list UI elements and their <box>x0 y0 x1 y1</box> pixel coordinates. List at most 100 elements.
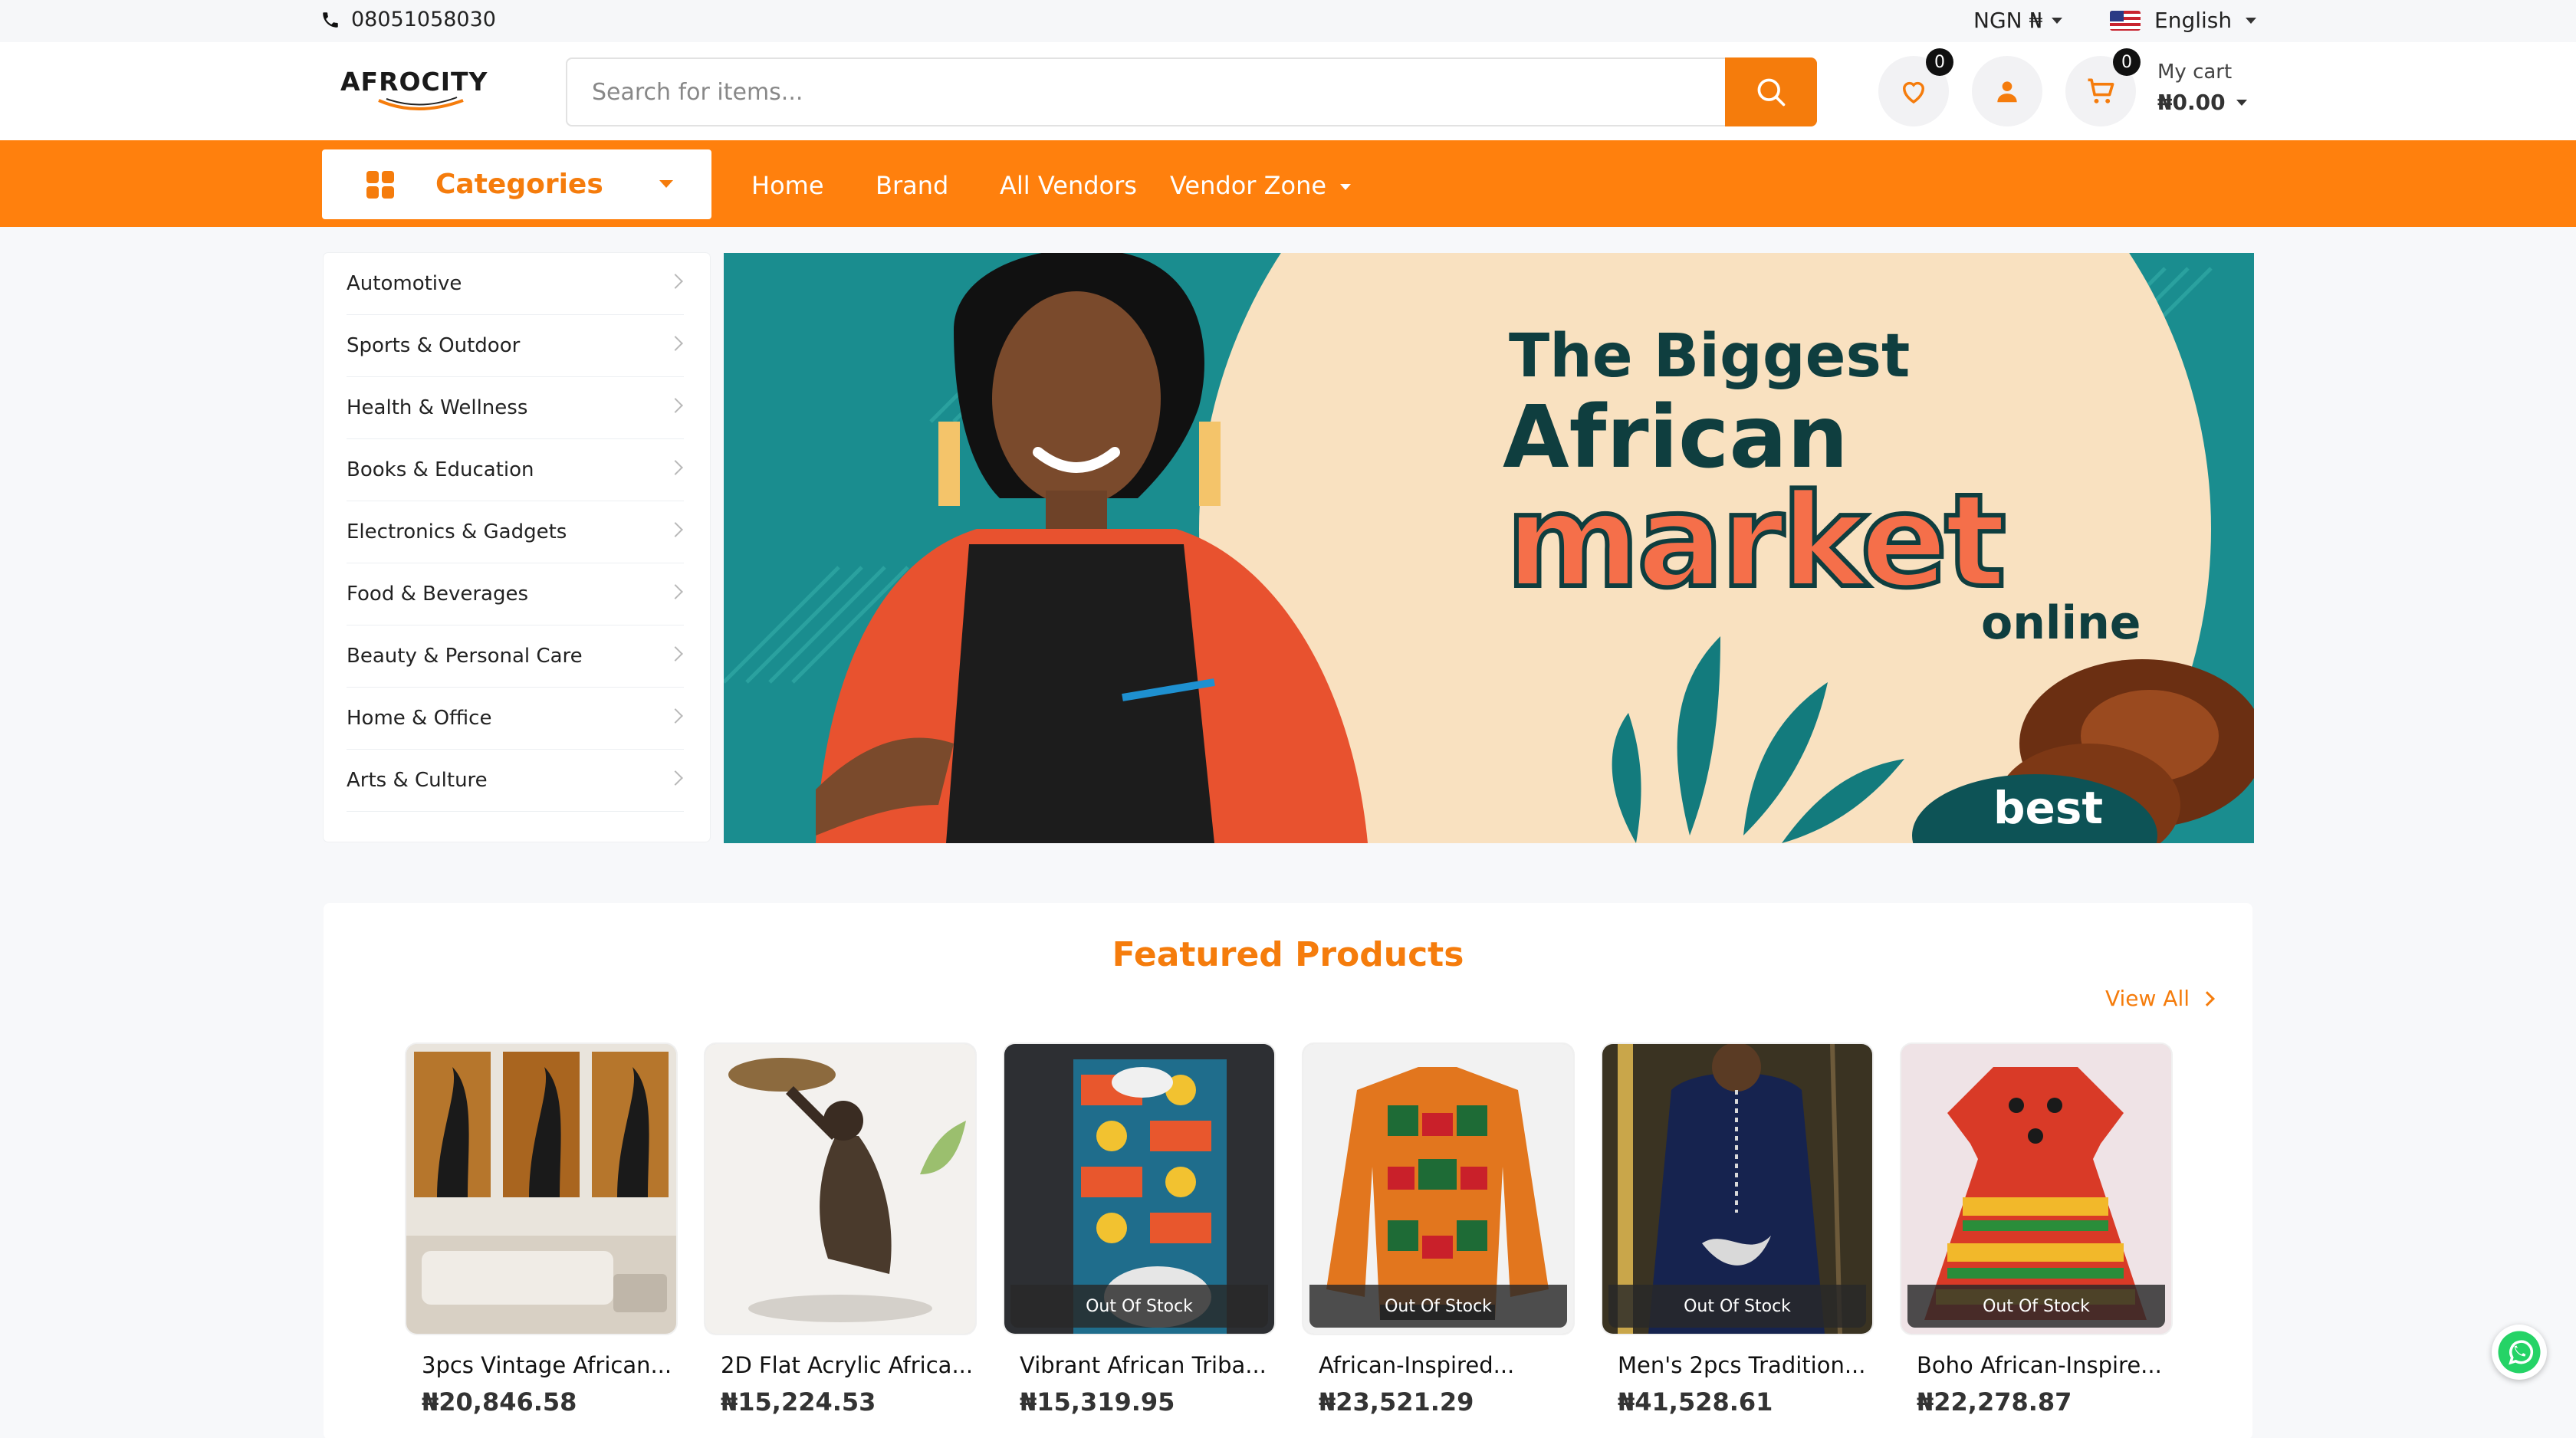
chevron-right-icon <box>668 584 683 599</box>
sidebar-item-electronics-gadgets[interactable]: Electronics & Gadgets <box>347 501 684 563</box>
header: AFROCITY 0 0 <box>0 42 2576 140</box>
account-button[interactable] <box>1972 56 2042 126</box>
heart-icon <box>1902 81 1925 104</box>
sidebar-item-arts-culture[interactable]: Arts & Culture <box>347 750 684 812</box>
sidebar-item-health-wellness[interactable]: Health & Wellness <box>347 377 684 439</box>
product-name[interactable]: Vibrant African Triba... <box>1020 1352 1273 1378</box>
product-card[interactable]: Out Of Stock Vibrant African Triba... ₦1… <box>1004 1044 1274 1417</box>
product-image[interactable]: Out Of Stock <box>1901 1044 2171 1334</box>
search-icon <box>1757 78 1786 107</box>
cart-icon <box>2088 78 2114 103</box>
product-card[interactable]: Out Of Stock African-Inspired... ₦23,521… <box>1303 1044 1573 1417</box>
main-nav: Categories Home Brand All Vendors Vendor… <box>0 140 2576 227</box>
chevron-down-icon <box>2052 17 2063 24</box>
product-image[interactable]: Out Of Stock <box>1303 1044 1573 1334</box>
nav-link-brand[interactable]: Brand <box>876 171 948 200</box>
sidebar-item-label: Beauty & Personal Care <box>347 645 583 668</box>
sidebar-item-home-office[interactable]: Home & Office <box>347 688 684 750</box>
chevron-right-icon <box>668 708 683 724</box>
banner-artwork <box>724 253 2254 843</box>
product-image[interactable] <box>705 1044 975 1334</box>
cart-label: My cart <box>2157 61 2233 84</box>
sidebar-item-label: Arts & Culture <box>347 769 488 792</box>
chevron-right-icon <box>668 336 683 351</box>
sidebar-item-label: Home & Office <box>347 707 492 730</box>
sidebar-item-food-beverages[interactable]: Food & Beverages <box>347 563 684 625</box>
language-label: English <box>2154 8 2233 33</box>
product-image[interactable] <box>406 1044 676 1334</box>
us-flag-icon <box>2110 10 2141 31</box>
product-card[interactable]: Out Of Stock Boho African-Inspire... ₦22… <box>1901 1044 2171 1417</box>
sidebar-item-label: Electronics & Gadgets <box>347 520 567 543</box>
sidebar-item-sports-outdoor[interactable]: Sports & Outdoor <box>347 315 684 377</box>
cart-summary[interactable]: My cart ₦0.00 <box>2157 61 2247 115</box>
sidebar-item-label: Books & Education <box>347 458 534 481</box>
chevron-down-icon <box>659 180 673 188</box>
search-bar <box>566 57 1817 126</box>
product-name[interactable]: 3pcs Vintage African... <box>422 1352 675 1378</box>
view-all-link[interactable]: View All <box>2104 986 2215 1011</box>
chevron-right-icon <box>668 398 683 413</box>
banner-best-label: best <box>1993 782 2104 834</box>
cart-button[interactable]: 0 <box>2065 48 2141 126</box>
product-image[interactable]: Out Of Stock <box>1602 1044 1872 1334</box>
categories-dropdown[interactable]: Categories <box>322 149 711 219</box>
sidebar-item-automotive[interactable]: Automotive <box>347 253 684 315</box>
banner-heading-line3: market <box>1503 464 2009 619</box>
whatsapp-chat-button[interactable] <box>2492 1325 2547 1380</box>
sidebar-item-label: Health & Wellness <box>347 396 528 419</box>
product-price: ₦41,528.61 <box>1618 1387 1773 1417</box>
product-price: ₦20,846.58 <box>422 1387 577 1417</box>
sidebar-item-label: Food & Beverages <box>347 583 529 606</box>
hero-banner[interactable]: The Biggest African market online best <box>724 253 2254 843</box>
product-name[interactable]: 2D Flat Acrylic Africa... <box>721 1352 974 1378</box>
product-price: ₦22,278.87 <box>1917 1387 2072 1417</box>
currency-selector[interactable]: NGN ₦ <box>1973 8 2063 33</box>
product-name[interactable]: African-Inspired... <box>1319 1352 1572 1378</box>
chevron-right-icon <box>668 274 683 289</box>
view-all-label: View All <box>2104 986 2190 1011</box>
user-icon <box>1997 81 2017 103</box>
grid-icon <box>366 170 394 199</box>
cart-total: ₦0.00 <box>2157 90 2226 115</box>
out-of-stock-badge: Out Of Stock <box>1608 1285 1866 1328</box>
product-price: ₦15,319.95 <box>1020 1387 1175 1417</box>
nav-link-home[interactable]: Home <box>751 171 824 200</box>
chevron-down-icon <box>2236 99 2247 106</box>
logo-text: AFROCITY <box>340 67 488 97</box>
chevron-down-icon <box>2246 17 2257 24</box>
product-name[interactable]: Men's 2pcs Tradition... <box>1618 1352 1871 1378</box>
nav-vendor-zone-dropdown[interactable]: Vendor Zone <box>1170 171 1352 200</box>
search-input[interactable] <box>567 59 1725 125</box>
whatsapp-icon <box>2498 1331 2541 1374</box>
sidebar-item-beauty-personal-care[interactable]: Beauty & Personal Care <box>347 625 684 688</box>
phone-number: 08051058030 <box>351 8 496 31</box>
featured-products-section: Featured Products View All 3pcs Vintage … <box>324 903 2252 1438</box>
nav-link-all-vendors[interactable]: All Vendors <box>1000 171 1137 200</box>
phone-contact[interactable]: 08051058030 <box>320 8 496 31</box>
language-selector[interactable]: English <box>2110 8 2257 33</box>
chevron-right-icon <box>2200 990 2215 1006</box>
category-sidebar: Automotive Sports & Outdoor Health & Wel… <box>324 253 710 842</box>
wishlist-count-badge: 0 <box>1926 48 1953 76</box>
top-bar: 08051058030 NGN ₦ English <box>0 0 2576 42</box>
product-card[interactable]: Out Of Stock Men's 2pcs Tradition... ₦41… <box>1602 1044 1872 1417</box>
out-of-stock-badge: Out Of Stock <box>1309 1285 1567 1328</box>
sidebar-item-label: Automotive <box>347 272 462 295</box>
cart-count-badge: 0 <box>2113 48 2141 76</box>
logo-swoosh-icon <box>378 97 464 110</box>
product-image[interactable]: Out Of Stock <box>1004 1044 1274 1334</box>
product-card[interactable]: 3pcs Vintage African... ₦20,846.58 <box>406 1044 676 1417</box>
wishlist-button[interactable]: 0 <box>1878 48 1953 126</box>
banner-heading-line4: online <box>1981 596 2141 650</box>
chevron-right-icon <box>668 522 683 537</box>
currency-label: NGN ₦ <box>1973 8 2043 33</box>
sidebar-item-books-education[interactable]: Books & Education <box>347 439 684 501</box>
search-button[interactable] <box>1725 57 1817 126</box>
out-of-stock-badge: Out Of Stock <box>1010 1285 1268 1328</box>
chevron-right-icon <box>668 460 683 475</box>
product-name[interactable]: Boho African-Inspire... <box>1917 1352 2170 1378</box>
chevron-down-icon <box>1340 184 1352 190</box>
afrocity-logo[interactable]: AFROCITY <box>340 67 494 120</box>
product-card[interactable]: 2D Flat Acrylic Africa... ₦15,224.53 <box>705 1044 975 1417</box>
